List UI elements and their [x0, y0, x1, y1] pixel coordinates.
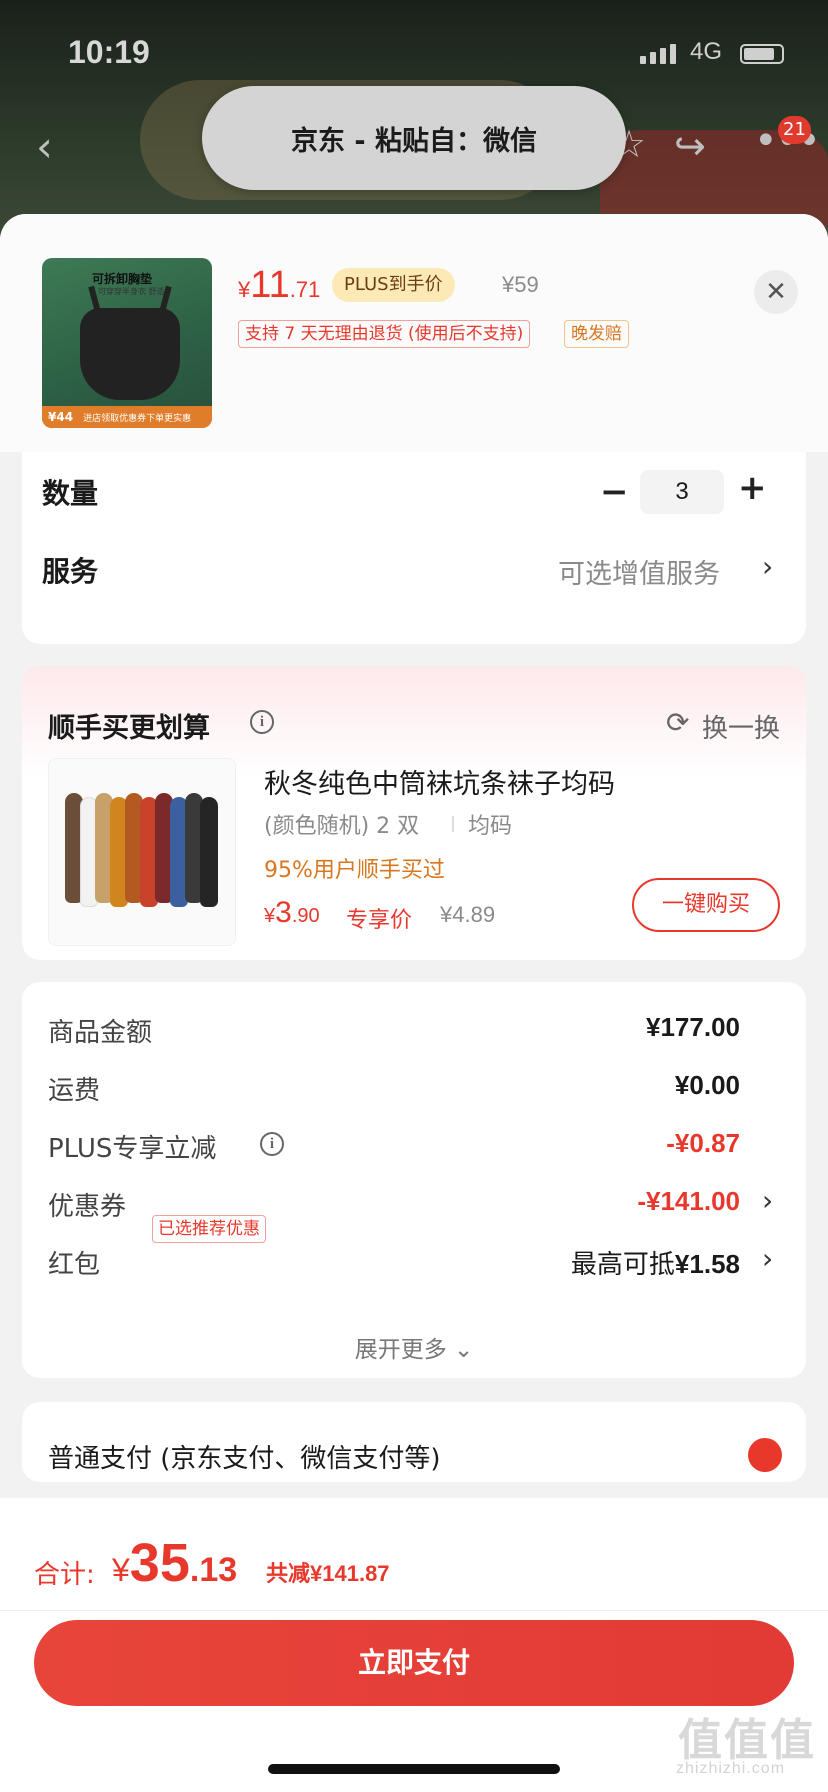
total-decimal: .13 — [189, 1551, 238, 1589]
watermark-logo: 值值值 — [678, 1715, 816, 1766]
red-packet-label: 红包 — [48, 1250, 101, 1280]
product-price: ¥11.71 — [238, 264, 320, 307]
quantity-plus-button[interactable]: + — [738, 468, 767, 508]
coupon-selected-tag: 已选推荐优惠 — [152, 1215, 266, 1243]
total-symbol: ¥ — [112, 1552, 130, 1588]
addon-price: ¥3.90 — [264, 896, 320, 930]
service-label: 服务 — [42, 555, 99, 588]
return-policy-tag: 支持 7 天无理由退货 (使用后不支持) — [238, 320, 531, 348]
addon-product-name[interactable]: 秋冬纯色中筒袜坑条袜子均码 — [264, 762, 615, 801]
product-image-subtitle: 可穿穿半身衣 舒适 — [98, 287, 165, 296]
savings-value: ¥141.87 — [310, 1561, 390, 1586]
addon-price-decimal: .90 — [291, 905, 320, 927]
addon-price-integer: 3 — [275, 896, 292, 929]
chevron-down-icon: ⌄ — [454, 1337, 474, 1363]
share-icon[interactable]: ↪ — [674, 124, 706, 168]
expand-more-button[interactable]: 展开更多 ⌄ — [22, 1330, 806, 1364]
watermark-url: zhizhizhi.com — [676, 1760, 786, 1777]
coupon-label: 优惠券 — [48, 1192, 127, 1222]
close-icon: ✕ — [765, 277, 787, 307]
addon-buy-rate: 95%用户顺手买过 — [264, 858, 445, 883]
network-label: 4G — [690, 38, 723, 65]
quantity-input[interactable]: 3 — [640, 470, 724, 514]
product-header: 可拆卸胸垫 可穿穿半身衣 舒适 ¥44 进店领取优惠券下单更实惠 ¥11.71 P… — [0, 214, 828, 452]
goods-amount-value: ¥177.00 — [646, 1012, 740, 1042]
addon-title: 顺手买更划算 — [48, 713, 210, 744]
info-icon[interactable]: i — [250, 710, 274, 734]
exclusive-price-label: 专享价 — [346, 908, 413, 933]
goods-amount-label: 商品金额 — [48, 1018, 153, 1048]
savings-prefix: 共减 — [266, 1562, 311, 1587]
product-image-title: 可拆卸胸垫 — [92, 272, 153, 286]
chevron-right-icon[interactable]: › — [762, 550, 773, 583]
divider — [0, 1610, 828, 1611]
back-arrow-icon[interactable]: ‹ — [36, 122, 53, 171]
red-packet-prefix: 最高可抵 — [570, 1250, 675, 1280]
signal-icon — [640, 44, 676, 64]
paste-toast: 京东 - 粘贴自：微信 — [202, 86, 626, 190]
addon-price-symbol: ¥ — [264, 905, 276, 927]
refresh-button[interactable]: 换一换 — [702, 708, 780, 745]
payment-selected-radio[interactable] — [748, 1438, 782, 1472]
price-summary-card: 商品金额 ¥177.00 运费 ¥0.00 PLUS专享立减 i -¥0.87 … — [22, 982, 806, 1378]
total-savings: 共减¥141.87 — [266, 1556, 390, 1588]
message-badge: 21 — [778, 116, 811, 144]
close-button[interactable]: ✕ — [754, 270, 798, 314]
addon-original-price: ¥4.89 — [440, 902, 496, 927]
plus-discount-label: PLUS专享立减 — [48, 1134, 217, 1164]
socks-product-image[interactable] — [48, 758, 236, 946]
product-image-band-text: 进店领取优惠券下单更实惠 — [83, 414, 192, 424]
info-icon[interactable]: i — [260, 1132, 284, 1156]
total-price: ¥35.13 — [112, 1532, 237, 1594]
refresh-icon[interactable]: ⟳ — [666, 706, 689, 739]
spec-divider — [452, 816, 454, 832]
total-label: 合计: — [34, 1560, 95, 1590]
pay-now-button[interactable]: 立即支付 — [34, 1620, 794, 1706]
chevron-right-icon[interactable]: › — [762, 1242, 773, 1275]
total-integer: 35 — [129, 1533, 190, 1593]
quantity-minus-button[interactable]: − — [600, 472, 629, 512]
price-decimal: .71 — [289, 277, 321, 302]
red-packet-amount: ¥1.58 — [674, 1249, 740, 1279]
quantity-label: 数量 — [42, 477, 99, 510]
late-delivery-tag: 晚发赔 — [564, 320, 629, 348]
red-packet-value[interactable]: 最高可抵¥1.58 — [571, 1244, 740, 1281]
product-image: 可拆卸胸垫 可穿穿半身衣 舒适 ¥44 进店领取优惠券下单更实惠 — [42, 258, 212, 428]
expand-more-label: 展开更多 — [354, 1337, 447, 1363]
shipping-value: ¥0.00 — [674, 1070, 740, 1100]
coupon-value[interactable]: -¥141.00 — [637, 1186, 740, 1217]
addon-product-spec: (颜色随机) 2 双 — [264, 814, 420, 839]
plus-discount-value: -¥0.87 — [666, 1128, 740, 1158]
chevron-right-icon[interactable]: › — [762, 1184, 773, 1217]
product-image-band-price: ¥44 — [48, 410, 74, 424]
service-value[interactable]: 可选增值服务 — [558, 552, 720, 591]
home-indicator[interactable] — [268, 1764, 560, 1774]
addon-recommendation-card: 顺手买更划算 i ⟳ 换一换 秋冬纯色中筒袜坑条袜子均码 (颜色随机) 2 双 … — [22, 666, 806, 960]
price-symbol: ¥ — [238, 277, 251, 302]
status-bar: 10:19 4G — [0, 0, 828, 100]
price-integer: 11 — [250, 264, 290, 306]
original-price: ¥59 — [502, 272, 539, 297]
shipping-label: 运费 — [48, 1076, 101, 1106]
checkout-bottom-bar: 合计: ¥35.13 共减¥141.87 立即支付 值值值 zhizhizhi.… — [0, 1498, 828, 1792]
battery-icon — [740, 44, 784, 64]
sock-shape — [200, 797, 218, 907]
payment-method-label[interactable]: 普通支付 (京东支付、微信支付等) — [48, 1438, 441, 1475]
one-click-buy-button[interactable]: 一键购买 — [632, 878, 780, 932]
status-time: 10:19 — [68, 34, 150, 70]
product-photo-shape — [80, 308, 180, 400]
payment-method-card: 普通支付 (京东支付、微信支付等) — [22, 1402, 806, 1482]
plus-price-badge: PLUS到手价 — [332, 268, 455, 302]
product-image-band: ¥44 进店领取优惠券下单更实惠 — [42, 406, 212, 428]
addon-product-size: 均码 — [468, 814, 513, 839]
